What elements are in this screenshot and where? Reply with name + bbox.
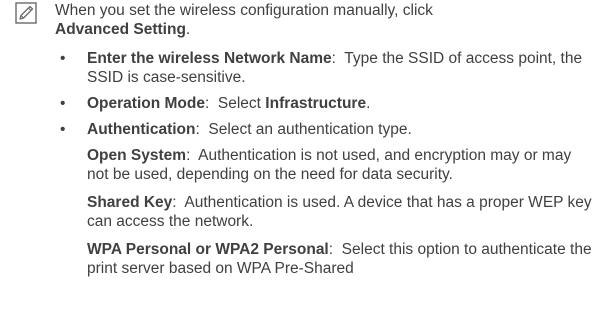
note-icon [15, 2, 37, 24]
pencil-note-icon [15, 2, 37, 24]
list-item-network-name: • Enter the wireless Network Name: Type … [60, 49, 595, 87]
item-body: Enter the wireless Network Name: Type th… [87, 49, 595, 87]
term-separator: : [331, 50, 345, 67]
term-separator: : [204, 95, 218, 112]
advanced-setting-label: Advanced Setting [55, 21, 186, 38]
note-text: When you set the wireless configuration … [55, 1, 595, 39]
term-separator: : [195, 121, 209, 138]
bullet: • [60, 50, 66, 67]
wpa-personal-term: WPA Personal or WPA2 Personal [87, 241, 329, 258]
option-open-system: Open System: Authentication is not used,… [87, 146, 595, 184]
term-separator: : [186, 147, 199, 164]
item-body: Operation Mode: Select Infrastructure. [87, 94, 595, 113]
network-name-term: Enter the wireless Network Name [87, 50, 332, 67]
authentication-term: Authentication [87, 121, 196, 138]
operation-mode-term: Operation Mode [87, 95, 205, 112]
option-wpa-personal: WPA Personal or WPA2 Personal: Select th… [87, 240, 595, 278]
list-item-operation-mode: • Operation Mode: Select Infrastructure. [60, 94, 595, 113]
operation-mode-end: . [366, 95, 371, 112]
item-body: Authentication: Select an authentication… [87, 120, 595, 139]
note-intro-end: . [185, 21, 191, 38]
option-shared-key: Shared Key: Authentication is used. A de… [87, 193, 595, 231]
note-intro-text: When you set the wireless configuration … [55, 2, 433, 19]
authentication-text: Select an authentication type. [208, 121, 412, 138]
term-separator: : [172, 194, 185, 211]
bullet: • [60, 121, 66, 138]
operation-mode-text: Select [217, 95, 266, 112]
list-item-authentication: • Authentication: Select an authenticati… [60, 120, 595, 278]
shared-key-term: Shared Key [87, 194, 173, 211]
term-separator: : [328, 241, 342, 258]
infrastructure-label: Infrastructure [265, 95, 367, 112]
bullet: • [60, 95, 66, 112]
settings-list: • Enter the wireless Network Name: Type … [60, 49, 595, 285]
open-system-term: Open System [87, 147, 187, 164]
